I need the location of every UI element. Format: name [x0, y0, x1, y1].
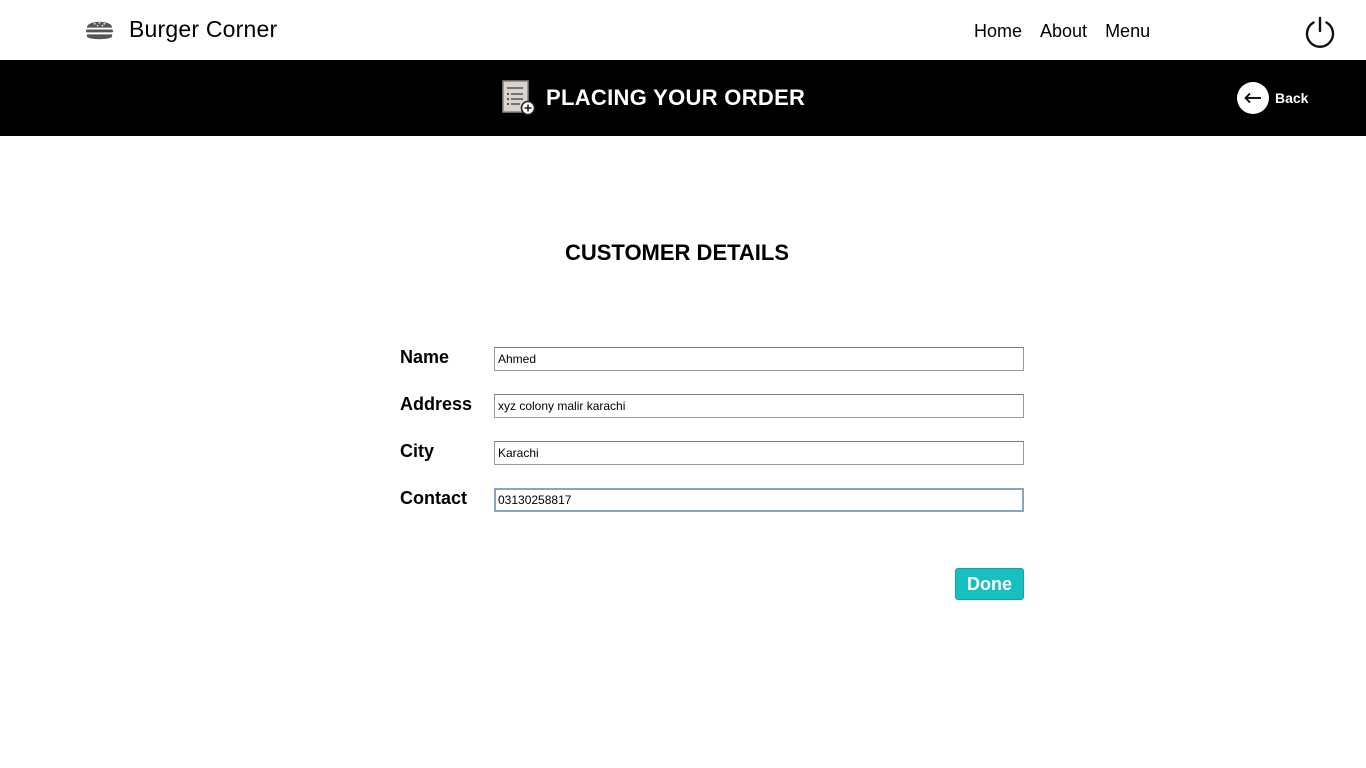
contact-row: Contact	[400, 487, 1026, 513]
nav-about[interactable]: About	[1040, 21, 1087, 42]
top-navbar: Burger Corner Home About Menu	[0, 0, 1366, 60]
name-label: Name	[400, 347, 450, 367]
nav-home[interactable]: Home	[974, 21, 1022, 42]
order-list-icon	[502, 80, 536, 116]
back-label: Back	[1275, 90, 1309, 106]
city-row: City	[400, 440, 1026, 466]
page-title: PLACING YOUR ORDER	[546, 85, 806, 110]
brand[interactable]: Burger Corner	[84, 14, 277, 45]
address-field[interactable]	[494, 394, 1024, 418]
address-label: Address	[400, 394, 473, 414]
burger-icon	[85, 21, 114, 40]
back-button[interactable]: Back	[1237, 82, 1308, 114]
done-button[interactable]: Done	[955, 568, 1024, 600]
banner-heading: PLACING YOUR ORDER	[502, 80, 805, 116]
contact-label: Contact	[400, 488, 467, 508]
nav-menu[interactable]: Menu	[1105, 21, 1150, 42]
main-nav: Home About Menu	[974, 21, 1168, 42]
power-icon[interactable]	[1303, 15, 1337, 49]
order-banner: PLACING YOUR ORDER Back	[0, 60, 1366, 136]
city-label: City	[400, 441, 435, 461]
city-field[interactable]	[494, 441, 1024, 465]
brand-name: Burger Corner	[129, 16, 278, 42]
form-title: CUSTOMER DETAILS	[564, 240, 790, 265]
back-icon-circle	[1237, 82, 1269, 114]
name-field[interactable]	[494, 347, 1024, 371]
arrow-left-icon	[1244, 92, 1261, 104]
name-row: Name	[400, 346, 1026, 372]
contact-field[interactable]	[494, 488, 1024, 512]
address-row: Address	[400, 393, 1026, 419]
